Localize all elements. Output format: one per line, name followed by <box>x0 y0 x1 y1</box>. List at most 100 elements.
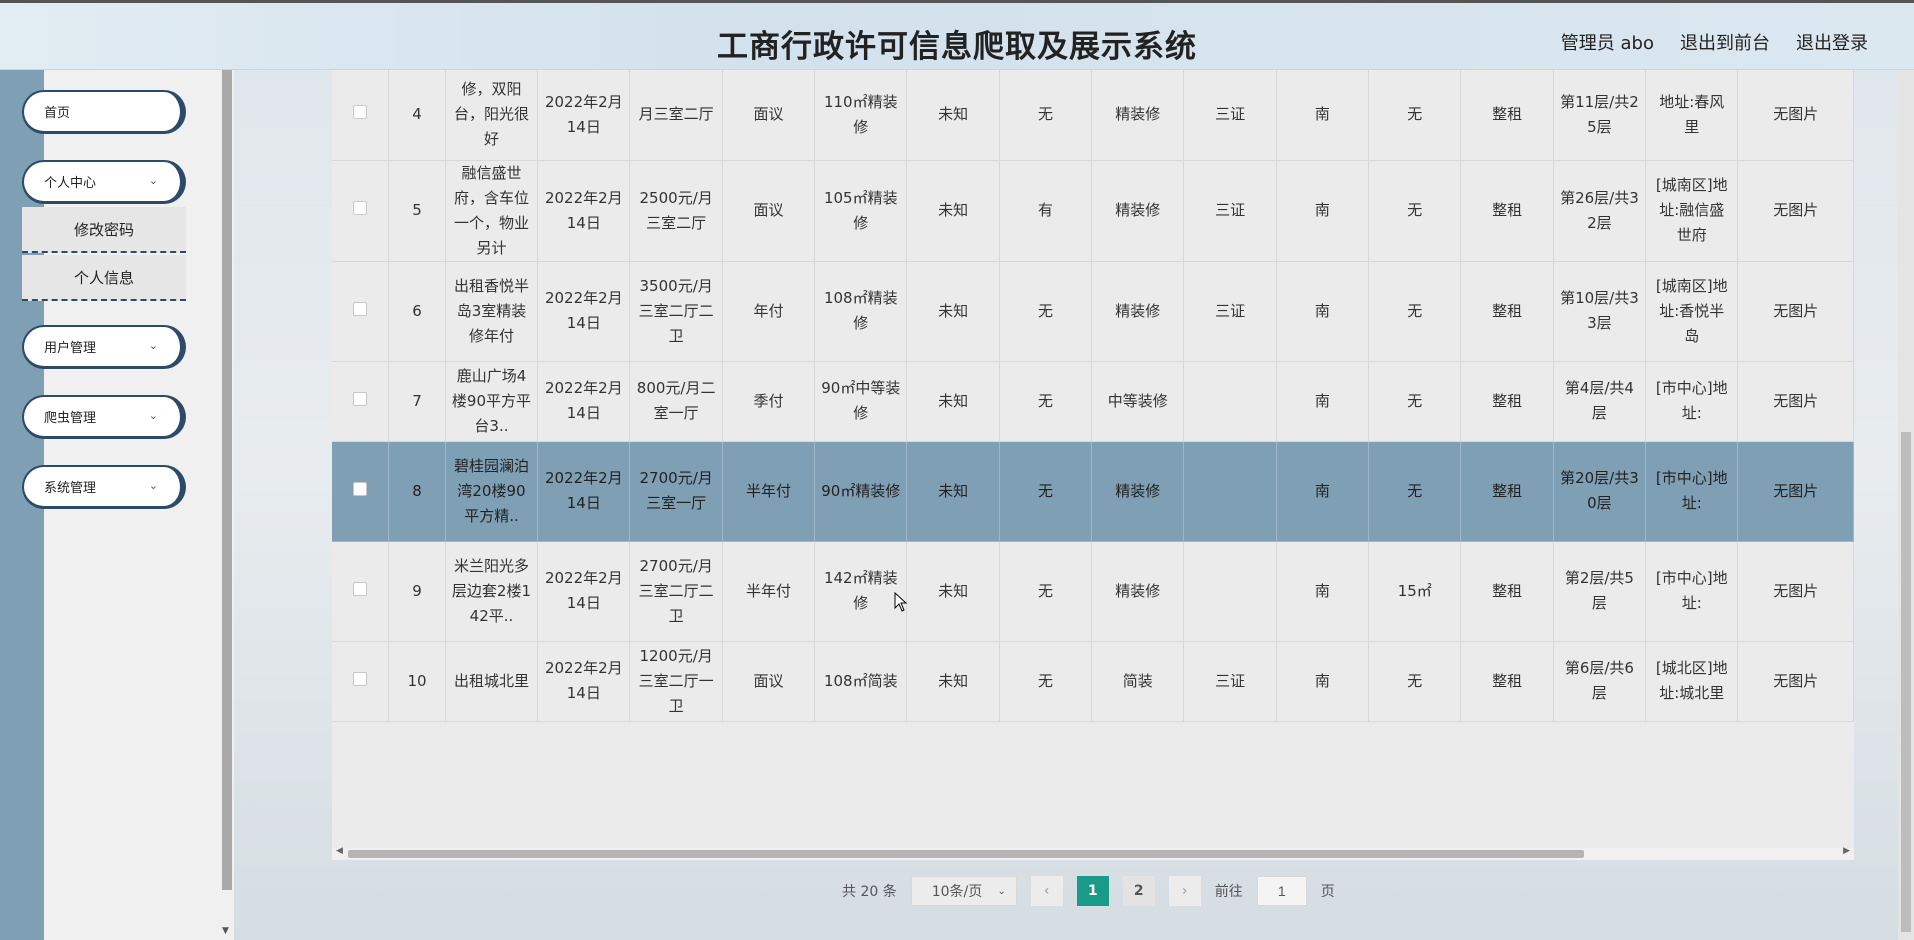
cell-area: 142㎡精装修 <box>814 541 908 642</box>
row-checkbox-cell[interactable] <box>332 541 390 642</box>
sidebar-item-system-management[interactable]: 系统管理 ⌄ <box>22 465 186 509</box>
page-scrollbar-thumb[interactable] <box>1901 432 1911 932</box>
cell-deco: 精装修 <box>1091 541 1185 642</box>
scroll-right-arrow-icon[interactable]: ▶ <box>1843 846 1850 856</box>
row-checkbox[interactable] <box>353 671 368 686</box>
cell-addr: [市中心]地址: <box>1645 361 1739 442</box>
exit-to-front-link[interactable]: 退出到前台 <box>1680 29 1770 55</box>
cell-dir: 南 <box>1276 261 1370 362</box>
table-row[interactable]: 8 碧桂园澜泊湾20楼90平方精.. 2022年2月14日 2700元/月三室一厅 半年… <box>332 441 1854 542</box>
logout-link[interactable]: 退出登录 <box>1796 29 1868 55</box>
cell-floor: 第6层/共6层 <box>1553 641 1647 722</box>
scroll-left-arrow-icon[interactable]: ◀ <box>336 846 343 856</box>
cell-area: 110㎡精装修 <box>814 70 908 161</box>
cell-cert <box>1183 361 1277 442</box>
table-horizontal-scrollbar[interactable]: ◀ ▶ <box>332 846 1854 860</box>
cell-c1: 未知 <box>906 441 1000 542</box>
cell-pay: 面议 <box>722 70 816 161</box>
goto-label: 前往 <box>1214 884 1243 900</box>
cell-rent: 整租 <box>1460 70 1554 161</box>
submenu-personal-info[interactable]: 个人信息 <box>22 255 186 301</box>
row-checkbox[interactable] <box>353 201 368 215</box>
sidebar-item-user-management[interactable]: 用户管理 ⌄ <box>22 325 186 369</box>
cell-area: 90㎡中等装修 <box>814 361 908 442</box>
cell-price: 2700元/月三室一厅 <box>629 441 723 542</box>
cell-price: 3500元/月三室二厅二卫 <box>629 261 723 362</box>
table-row[interactable]: 5 融信盛世府，含车位一个，物业另计 2022年2月14日 2500元/月三室二厅 面议… <box>332 160 1854 262</box>
mouse-cursor-icon <box>894 592 908 612</box>
goto-page-input[interactable] <box>1256 876 1307 906</box>
page-unit-label: 页 <box>1320 884 1335 900</box>
cell-no: 4 <box>388 70 446 161</box>
sidebar-item-label: 系统管理 <box>44 481 97 496</box>
row-checkbox-cell[interactable] <box>332 160 390 262</box>
cell-floor: 第11层/共25层 <box>1553 70 1647 161</box>
top-bar: 工商行政许可信息爬取及展示系统 管理员 abo 退出到前台 退出登录 <box>0 0 1914 70</box>
cell-title: 碧桂园澜泊湾20楼90平方精.. <box>445 441 539 542</box>
table-row[interactable]: 9 米兰阳光多层边套2楼142平.. 2022年2月14日 2700元/月三室二厅二卫… <box>332 541 1854 642</box>
row-checkbox[interactable] <box>353 581 368 596</box>
page-scrollbar[interactable] <box>1898 70 1914 940</box>
sidebar-item-crawler-management[interactable]: 爬虫管理 ⌄ <box>22 395 186 439</box>
prev-page-button[interactable]: ‹ <box>1030 876 1063 906</box>
row-checkbox-cell[interactable] <box>332 361 390 442</box>
cell-deco: 中等装修 <box>1091 361 1185 442</box>
cell-dir: 南 <box>1276 641 1370 722</box>
current-user-label: 管理员 abo <box>1560 33 1654 54</box>
cell-c3: 无 <box>1368 160 1462 262</box>
row-checkbox-cell[interactable] <box>332 441 390 542</box>
cell-addr: [市中心]地址: <box>1645 541 1739 642</box>
cell-c1: 未知 <box>906 70 1000 161</box>
page-1-button[interactable]: 1 <box>1076 876 1109 906</box>
cell-price: 1200元/月三室二厅一卫 <box>629 641 723 722</box>
table-row[interactable]: 7 鹿山广场4楼90平方平台3.. 2022年2月14日 800元/月二室一厅 季付 90… <box>332 361 1854 442</box>
cell-title: 融信盛世府，含车位一个，物业另计 <box>445 160 539 262</box>
cell-rent: 整租 <box>1460 541 1554 642</box>
cell-date: 2022年2月14日 <box>537 261 631 362</box>
sidebar-item-personal-center[interactable]: 个人中心 ⌄ <box>22 160 186 204</box>
cell-pay: 季付 <box>722 361 816 442</box>
row-checkbox-cell[interactable] <box>332 70 390 161</box>
row-checkbox-cell[interactable] <box>332 641 390 722</box>
row-checkbox[interactable] <box>353 301 368 316</box>
table-row[interactable]: 6 出租香悦半岛3室精装修年付 2022年2月14日 3500元/月三室二厅二卫 年付 1… <box>332 261 1854 362</box>
cell-title: 米兰阳光多层边套2楼142平.. <box>445 541 539 642</box>
scroll-down-arrow-icon[interactable]: ▼ <box>222 926 229 936</box>
cell-addr: 地址:春风里 <box>1645 70 1739 161</box>
cell-c1: 未知 <box>906 261 1000 362</box>
cell-dir: 南 <box>1276 160 1370 262</box>
sidebar-item-home[interactable]: 首页 <box>22 90 186 134</box>
cell-no: 10 <box>388 641 446 722</box>
page-size-select[interactable]: 10条/页 ⌄ <box>910 876 1017 906</box>
chevron-down-icon: ⌄ <box>148 409 158 422</box>
page-2-button[interactable]: 2 <box>1122 876 1155 906</box>
cell-title: 出租城北里 <box>445 641 539 722</box>
cell-dir: 南 <box>1276 441 1370 542</box>
cell-floor: 第20层/共30层 <box>1553 441 1647 542</box>
table-row[interactable]: 10 出租城北里 2022年2月14日 1200元/月三室二厅一卫 面议 108㎡简装 未知… <box>332 641 1854 722</box>
submenu-change-password[interactable]: 修改密码 <box>22 207 186 253</box>
row-checkbox[interactable] <box>353 481 368 496</box>
cell-floor: 第2层/共5层 <box>1553 541 1647 642</box>
next-page-button[interactable]: › <box>1168 876 1201 906</box>
top-actions: 管理员 abo 退出到前台 退出登录 <box>1561 29 1868 55</box>
row-checkbox[interactable] <box>353 391 368 406</box>
cell-img: 无图片 <box>1737 160 1854 262</box>
cell-c1: 未知 <box>906 361 1000 442</box>
chevron-down-icon: ⌄ <box>148 339 158 352</box>
cell-img: 无图片 <box>1737 361 1854 442</box>
table-scrollbar-thumb[interactable] <box>348 850 1584 858</box>
sidebar-scrollbar[interactable]: ▼ <box>220 70 234 940</box>
table-row[interactable]: 4 修，双阳台，阳光很好 2022年2月14日 月三室二厅 面议 110㎡精装修 未知无精装… <box>332 70 1854 161</box>
cell-deco: 精装修 <box>1091 441 1185 542</box>
submenu-label: 修改密码 <box>73 220 134 239</box>
sidebar-item-label: 首页 <box>44 106 71 121</box>
total-count: 共 20 条 <box>842 884 897 900</box>
row-checkbox[interactable] <box>353 105 368 120</box>
row-checkbox-cell[interactable] <box>332 261 390 362</box>
cell-price: 2500元/月三室二厅 <box>629 160 723 262</box>
cell-no: 5 <box>388 160 446 262</box>
cell-deco: 简装 <box>1091 641 1185 722</box>
sidebar-scrollbar-thumb[interactable] <box>222 70 232 890</box>
cell-date: 2022年2月14日 <box>537 70 631 161</box>
